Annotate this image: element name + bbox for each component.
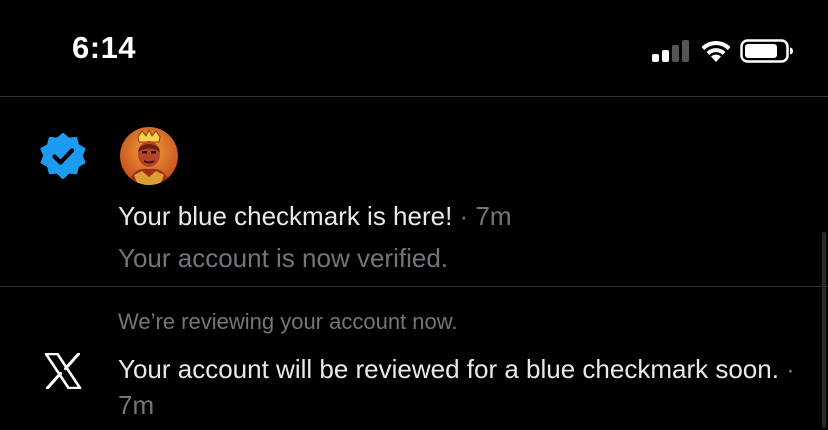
notification-body-text: Your account will be reviewed for a blue… [118, 354, 779, 384]
notification-time: 7m [475, 201, 512, 231]
notification-context: We’re reviewing your account now. [118, 309, 458, 334]
profile-avatar[interactable] [120, 127, 178, 185]
status-time: 6:14 [72, 30, 137, 65]
notification-body: Your account will be reviewed for a blue… [118, 351, 798, 423]
separator-dot: · [778, 354, 795, 384]
notification-review[interactable]: We’re reviewing your account now. Your a… [0, 287, 828, 430]
notification-verified[interactable]: Your blue checkmark is here! · 7m Your a… [0, 97, 828, 286]
notification-body: Your account is now verified. [118, 243, 449, 273]
verified-badge-icon [40, 133, 86, 179]
scrollbar[interactable] [822, 232, 826, 428]
x-logo-icon [44, 353, 82, 389]
separator-dot: · [452, 201, 476, 231]
notification-title-text: Your blue checkmark is here! [118, 201, 453, 231]
battery-icon [740, 39, 793, 63]
cellular-signal-icon [652, 40, 690, 62]
notification-time: 7m [118, 390, 155, 420]
status-bar: 6:14 [0, 0, 828, 96]
notification-title: Your blue checkmark is here! · 7m [118, 201, 512, 232]
wifi-icon [701, 40, 731, 62]
